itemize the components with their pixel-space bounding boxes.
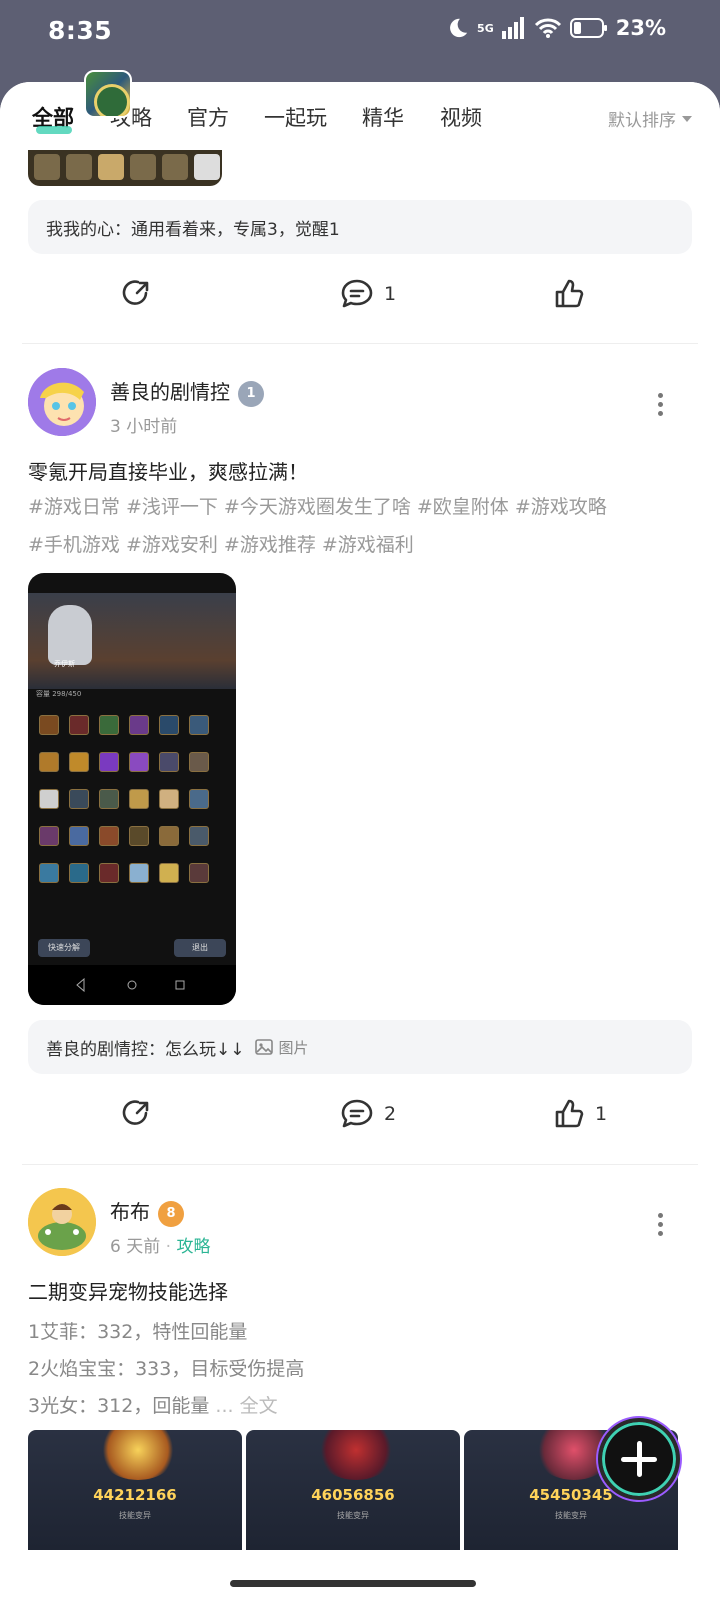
image-score: 46056856 <box>311 1486 395 1504</box>
sort-dropdown[interactable]: 默认排序 <box>608 106 692 131</box>
comment-count: 1 <box>384 283 397 305</box>
post-divider <box>22 343 698 344</box>
username: 布布 <box>110 1200 150 1224</box>
post-line: 3光女：312，回能量 <box>28 1395 210 1417</box>
capacity-label: 容量 298/450 <box>36 690 82 698</box>
post-title[interactable]: 二期变异宠物技能选择 <box>28 1276 228 1305</box>
battery-icon <box>569 18 607 38</box>
character-name: 乔伊斯 <box>54 660 75 668</box>
exit-button: 退出 <box>174 939 226 957</box>
thumbs-up-icon <box>555 1099 584 1128</box>
post-meta: 6 天前 · 攻略 <box>110 1237 211 1257</box>
username: 善良的剧情控 <box>110 380 230 404</box>
moon-icon <box>450 18 468 38</box>
like-button[interactable] <box>553 278 585 310</box>
reply-preview[interactable]: 善良的剧情控：怎么玩↓↓ 图片 <box>28 1020 692 1074</box>
reply-preview[interactable]: 我我的心：通用看着来，专属3，觉醒1 <box>28 200 692 254</box>
reply-image-label: 图片 <box>278 1038 309 1057</box>
more-icon[interactable] <box>658 393 664 419</box>
like-button[interactable]: 1 <box>553 1098 607 1130</box>
create-post-button[interactable] <box>598 1418 680 1500</box>
home-indicator[interactable] <box>230 1580 476 1587</box>
username-row[interactable]: 布布 8 <box>110 1196 184 1227</box>
level-badge: 1 <box>238 380 264 407</box>
post-time: 3 小时前 <box>110 417 178 437</box>
item-grid <box>34 709 230 894</box>
image-score: 44212166 <box>93 1486 177 1504</box>
share-icon <box>122 280 149 305</box>
avatar[interactable] <box>28 1188 96 1256</box>
tags-line-2: #手机游戏 #游戏安利 #游戏推荐 #游戏福利 <box>28 534 414 556</box>
tab-featured[interactable]: 精华 <box>362 102 404 132</box>
post-tags[interactable]: #游戏日常 #浅评一下 #今天游戏圈发生了啥 #欧皇附体 #游戏攻略 #手机游戏… <box>28 488 688 564</box>
game-scene: 乔伊斯 <box>28 593 236 689</box>
username-row[interactable]: 善良的剧情控 1 <box>110 376 264 407</box>
more-icon[interactable] <box>658 1213 664 1239</box>
tab-video[interactable]: 视频 <box>440 102 482 132</box>
post-image[interactable]: 46056856 技能变异 <box>246 1430 460 1550</box>
comment-button[interactable]: 2 <box>340 1098 396 1130</box>
quick-decompose-button: 快速分解 <box>38 939 90 957</box>
comment-button[interactable]: 1 <box>340 278 396 310</box>
image-icon <box>254 1039 273 1055</box>
share-icon <box>122 1100 149 1125</box>
post-line: 1艾菲：332，特性回能量 <box>28 1321 248 1343</box>
post-divider <box>22 1164 698 1165</box>
sort-label: 默认排序 <box>608 111 676 131</box>
post-image-cropped[interactable] <box>28 150 222 186</box>
reply-text: 善良的剧情控：怎么玩↓↓ <box>46 1039 245 1060</box>
image-subtitle: 技能变异 <box>337 1511 369 1520</box>
post-time: 6 天前 <box>110 1237 161 1257</box>
caret-down-icon <box>682 115 692 122</box>
ellipsis: ... <box>215 1395 234 1417</box>
tab-play-together[interactable]: 一起玩 <box>264 102 327 132</box>
share-button[interactable] <box>120 1098 152 1130</box>
tab-active-indicator <box>36 126 72 134</box>
post-actions: 2 1 <box>0 1098 720 1142</box>
share-button[interactable] <box>120 278 152 310</box>
avatar[interactable] <box>28 368 96 436</box>
reply-text: 我我的心：通用看着来，专属3，觉醒1 <box>46 219 340 240</box>
avatar-image <box>28 1188 96 1256</box>
status-icons: 5G 23% <box>447 16 666 40</box>
post-image[interactable]: 44212166 技能变异 <box>28 1430 242 1550</box>
like-count: 1 <box>595 1103 608 1125</box>
full-text-link[interactable]: 全文 <box>240 1395 278 1417</box>
post-image[interactable]: 乔伊斯 容量 298/450 快速分解 退出 <box>28 573 236 1005</box>
wifi-icon <box>534 18 561 38</box>
reply-image-tag: 图片 <box>254 1037 309 1058</box>
game-app-icon[interactable] <box>84 70 132 118</box>
signal-icon <box>501 17 524 39</box>
post-line: 2火焰宝宝：333，目标受伤提高 <box>28 1358 305 1380</box>
comment-icon <box>341 279 373 308</box>
battery-percent: 23% <box>615 16 666 40</box>
thumbs-up-icon <box>555 279 584 308</box>
phone-navbar <box>28 965 236 1005</box>
image-subtitle: 技能变异 <box>555 1511 587 1520</box>
status-bar: 8:35 5G 23% <box>0 0 720 68</box>
comment-icon <box>341 1099 373 1128</box>
post-line-last: 3光女：312，回能量 ... 全文 <box>28 1391 278 1418</box>
tab-official[interactable]: 官方 <box>187 102 229 132</box>
post-category[interactable]: 攻略 <box>176 1237 210 1257</box>
avatar-image <box>28 368 96 436</box>
image-subtitle: 技能变异 <box>119 1511 151 1520</box>
post-actions: 1 <box>0 278 720 322</box>
network-label: 5G <box>477 21 494 35</box>
post-title[interactable]: 零氪开局直接毕业，爽感拉满！ <box>28 456 308 485</box>
level-badge: 8 <box>158 1200 184 1227</box>
tags-line-1: #游戏日常 #浅评一下 #今天游戏圈发生了啥 #欧皇附体 #游戏攻略 <box>28 496 607 518</box>
feed-sheet: 全部 攻略 官方 一起玩 精华 视频 默认排序 我我的心：通用看着来，专属3，觉… <box>0 82 720 1600</box>
comment-count: 2 <box>384 1103 397 1125</box>
status-time: 8:35 <box>48 16 113 45</box>
